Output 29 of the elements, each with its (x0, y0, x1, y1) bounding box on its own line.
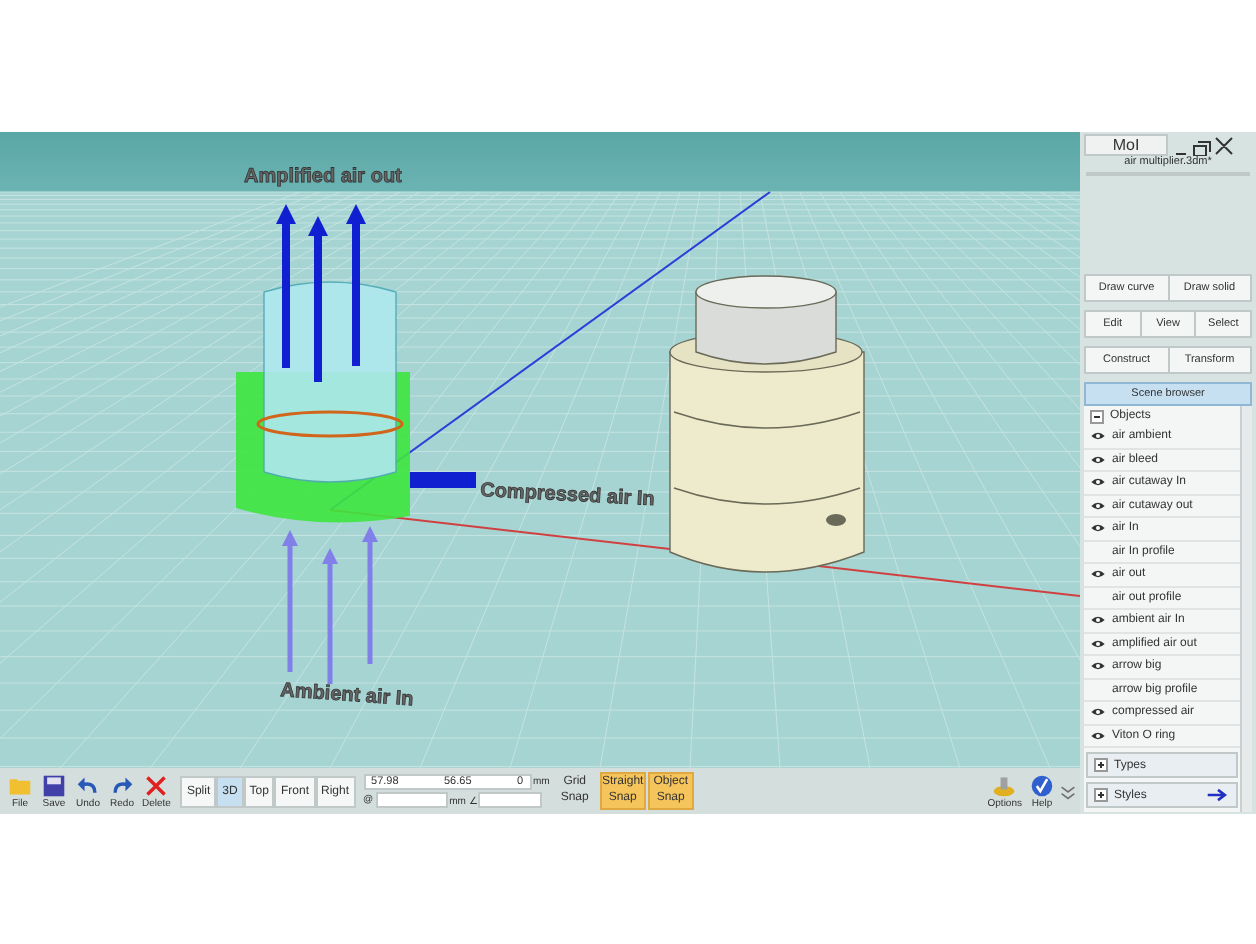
collapse-icon[interactable] (1090, 409, 1104, 423)
redo-icon (110, 773, 134, 797)
eye-icon[interactable] (1090, 453, 1106, 466)
eye-icon[interactable] (1090, 660, 1106, 673)
eye-icon[interactable] (1090, 499, 1106, 512)
close-icon (144, 773, 169, 797)
3d-viewport[interactable]: Amplified air out Compressed air In Ambient air In (0, 132, 1080, 768)
scene-annotation: Amplified air out (244, 166, 402, 188)
eye-icon[interactable] (1090, 430, 1106, 443)
scene-annotation: Ambient air In (279, 680, 415, 712)
distance-field[interactable] (375, 792, 448, 808)
angle-field[interactable] (478, 792, 543, 808)
expand-icon[interactable] (1094, 788, 1108, 802)
app-title: MoI (1084, 134, 1168, 156)
scrollbar[interactable] (1240, 406, 1252, 812)
expand-icon[interactable] (1094, 758, 1108, 772)
eye-icon[interactable] (1090, 637, 1106, 650)
undo-icon (76, 773, 100, 797)
eye-icon[interactable] (1090, 706, 1106, 719)
eye-icon[interactable] (1090, 729, 1106, 742)
eye-icon[interactable] (1090, 476, 1106, 489)
eye-icon[interactable] (1090, 522, 1106, 535)
arrow-right-icon[interactable] (1206, 788, 1230, 802)
chevron-down-icon[interactable] (1060, 783, 1076, 799)
eye-icon[interactable] (1090, 568, 1106, 581)
scene-annotation: Compressed air In (479, 480, 656, 512)
folder-icon (8, 773, 32, 797)
eye-icon[interactable] (1090, 614, 1106, 627)
window-controls-icon[interactable] (1174, 135, 1234, 155)
